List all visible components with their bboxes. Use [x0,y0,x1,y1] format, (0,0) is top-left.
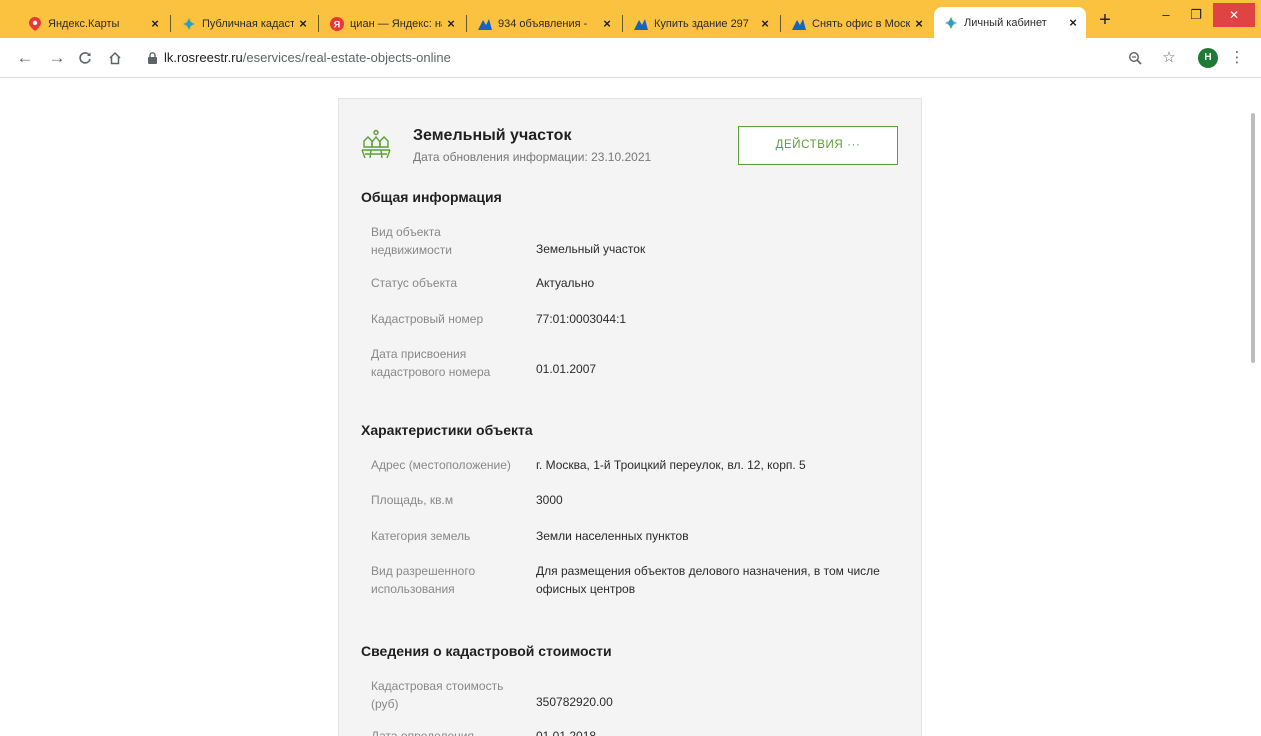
label-permitted-use: Вид разрешенного использования [371,564,476,596]
home-icon[interactable] [104,47,126,69]
tab-separator [170,15,171,32]
new-tab-button[interactable]: + [1093,9,1117,33]
tab-title: Купить здание 297 [654,17,749,30]
value-address: г. Москва, 1-й Троицкий переулок, вл. 12… [536,458,806,472]
scrollbar-thumb[interactable] [1251,113,1255,363]
label-cadastral-assign-date: Дата присвоения кадастрового номера [371,347,491,379]
value-cadastral-value: 350782920.00 [536,695,613,709]
label-object-status: Статус объекта [371,276,458,290]
section-title-general: Общая информация [361,189,502,205]
maximize-button[interactable]: ❐ [1182,4,1210,26]
url-path: /eservices/real-estate-objects-online [242,50,451,65]
section-title-characteristics: Характеристики объекта [361,422,533,438]
land-plot-icon [361,129,391,159]
cian-icon [478,17,492,31]
tab-title: Публичная кадаст [202,17,294,30]
tab-close-icon[interactable]: × [910,16,928,31]
value-object-status: Актуально [536,276,595,290]
back-arrow-icon[interactable]: ← [14,47,36,69]
map-pin-icon [28,16,42,31]
tab-public-cadastral[interactable]: Публичная кадаст × [172,9,316,38]
tab-close-icon[interactable]: × [146,16,164,31]
yandex-icon: Я [330,16,344,31]
rosreestr-icon [182,17,196,31]
svg-text:Я: Я [334,19,340,29]
value-cadastral-assign-date: 01.01.2007 [536,362,597,376]
label-area: Площадь, кв.м [371,493,454,507]
label-cadastral-number: Кадастровый номер [371,312,484,326]
actions-button[interactable]: ДЕЙСТВИЯ ··· [738,126,898,165]
label-object-type: Вид объекта недвижимости [371,225,452,257]
tab-title: Яндекс.Карты [48,17,120,30]
value-area: 3000 [536,493,563,507]
reload-icon[interactable] [74,47,96,69]
section-title-cadastral-value: Сведения о кадастровой стоимости [361,643,612,659]
tab-close-icon[interactable]: × [294,16,312,31]
tab-close-icon[interactable]: × [756,16,774,31]
label-cadastral-value: Кадастровая стоимость (руб) [371,679,504,711]
tab-cian-934[interactable]: 934 объявления - × [468,9,620,38]
tab-separator [318,15,319,32]
page-scrollbar[interactable] [1246,79,1261,736]
value-permitted-use: Для размещения объектов делового назначе… [536,564,880,596]
tab-personal-account[interactable]: Личный кабинет × [934,7,1086,38]
window-close-button[interactable]: ✕ [1213,3,1255,27]
tab-separator [622,15,623,32]
cian-icon [634,17,648,31]
more-vert-icon[interactable]: ⋮ [1226,47,1248,69]
label-valuation-date: Дата определения [371,729,474,736]
url-host: lk.rosreestr.ru [164,50,243,65]
tab-cian-rent[interactable]: Снять офис в Моск × [782,9,932,38]
tab-separator [466,15,467,32]
tab-yandex-maps[interactable]: Яндекс.Карты × [18,9,168,38]
tab-title: циан — Яндекс: на [350,17,442,30]
cian-icon [792,17,806,31]
zoom-icon[interactable] [1124,47,1146,69]
value-valuation-date: 01.01.2018 [536,729,597,736]
label-land-category: Категория земель [371,529,471,543]
tab-title: Личный кабинет [964,16,1047,29]
avatar[interactable]: Н [1198,48,1218,68]
value-land-category: Земли населенных пунктов [536,529,689,543]
forward-arrow-icon[interactable]: → [46,47,68,69]
object-card: Земельный участок Дата обновления информ… [338,98,922,736]
object-title: Земельный участок [413,127,572,144]
tab-title: 934 объявления - [498,17,588,30]
minimize-button[interactable]: – [1152,4,1180,26]
tab-cian-buy[interactable]: Купить здание 297 × [624,9,778,38]
tab-title: Снять офис в Моск [812,17,910,30]
url-text: lk.rosreestr.ru/eservices/real-estate-ob… [164,50,451,65]
address-bar[interactable]: lk.rosreestr.ru/eservices/real-estate-ob… [144,46,1094,70]
page-viewport: Земельный участок Дата обновления информ… [0,79,1261,736]
tab-cian-yandex[interactable]: Я циан — Яндекс: на × [320,9,464,38]
value-object-type: Земельный участок [536,242,646,256]
update-date: Дата обновления информации: 23.10.2021 [413,150,652,164]
tab-close-icon[interactable]: × [1064,15,1082,30]
browser-toolbar: ← → lk.rosreestr.ru/eservices/real-estat… [0,38,1261,78]
tab-close-icon[interactable]: × [442,16,460,31]
value-cadastral-number: 77:01:0003044:1 [536,312,627,326]
lock-icon [148,51,157,64]
tab-strip: Яндекс.Карты × Публичная кадаст × Я циан… [0,0,1261,38]
label-address: Адрес (местоположение) [371,458,511,472]
rosreestr-icon [944,16,958,30]
bookmark-star-icon[interactable]: ☆ [1158,47,1180,69]
tab-close-icon[interactable]: × [598,16,616,31]
tab-separator [780,15,781,32]
